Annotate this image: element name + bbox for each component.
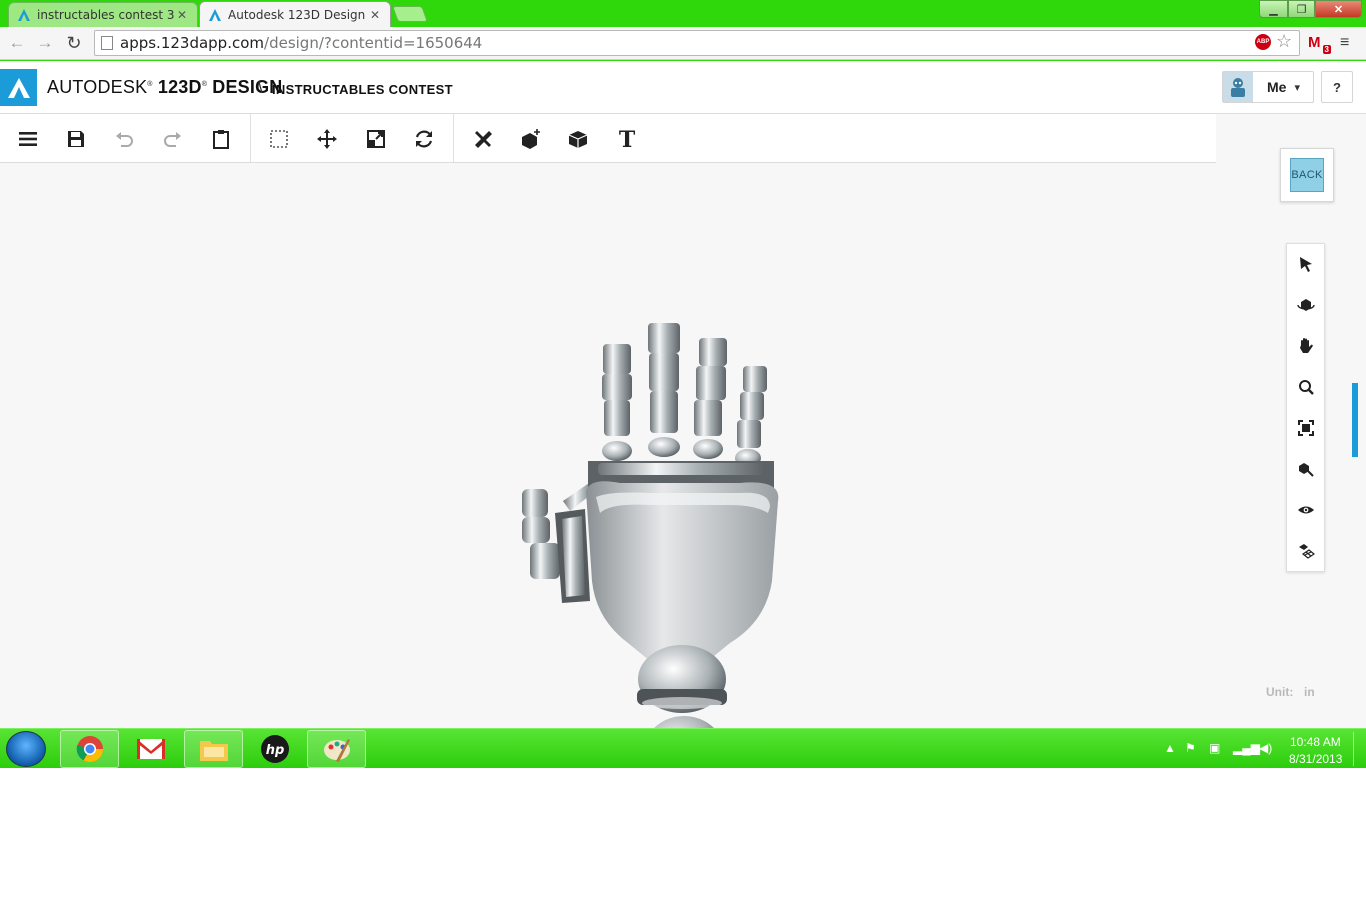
tab-instructables[interactable]: instructables contest 3D M ✕ bbox=[8, 2, 198, 27]
finger-middle bbox=[648, 323, 680, 457]
help-button[interactable]: ? bbox=[1321, 71, 1353, 103]
autodesk-favicon-icon bbox=[18, 9, 30, 21]
clipboard-icon[interactable] bbox=[208, 126, 234, 152]
bookmark-star-icon[interactable]: ☆ bbox=[1276, 31, 1292, 52]
volume-icon[interactable]: ◀) bbox=[1259, 741, 1272, 755]
autodesk-logo-icon bbox=[7, 77, 30, 98]
view-cube[interactable]: BACK bbox=[1280, 148, 1334, 202]
tab-title: Autodesk 123D Design bbox=[228, 7, 366, 22]
network-signal-icon[interactable]: ▂▄▆ bbox=[1233, 741, 1260, 755]
user-menu-button[interactable]: Me ▾ bbox=[1222, 71, 1314, 103]
paint-icon bbox=[323, 739, 350, 762]
app-header: AUTODESK® 123D® DESIGN \ INSTRUCTABLES C… bbox=[0, 61, 1366, 114]
tab-autodesk-123d[interactable]: Autodesk 123D Design ✕ bbox=[199, 1, 391, 27]
tray-expand-icon[interactable]: ▲ bbox=[1164, 741, 1176, 755]
autodesk-favicon-icon bbox=[209, 8, 221, 21]
gmail-extension-icon[interactable]: M3 bbox=[1308, 34, 1331, 54]
add-primitive-icon[interactable] bbox=[518, 126, 544, 152]
main-toolbar: T bbox=[0, 114, 1216, 163]
close-tab-icon[interactable]: ✕ bbox=[175, 8, 189, 22]
redo-icon[interactable] bbox=[160, 126, 186, 152]
new-tab-button[interactable] bbox=[392, 6, 428, 22]
materials-icon[interactable] bbox=[565, 126, 591, 152]
desktop-screen: instructables contest 3D M ✕ Autodesk 12… bbox=[0, 0, 1366, 920]
toolbar-divider bbox=[453, 114, 454, 162]
taskbar-paint[interactable] bbox=[307, 730, 366, 768]
hp-icon: hp bbox=[260, 735, 289, 763]
app-area: AUTODESK® 123D® DESIGN \ INSTRUCTABLES C… bbox=[0, 61, 1366, 728]
navigation-bar bbox=[1286, 243, 1325, 572]
measure-icon[interactable] bbox=[470, 126, 496, 152]
orbit-icon[interactable] bbox=[1295, 294, 1317, 316]
clock-date[interactable]: 8/31/2013 bbox=[1289, 752, 1342, 766]
address-bar[interactable]: apps.123dapp.com/design/?contentid=16506… bbox=[94, 30, 1300, 56]
unit-value[interactable]: in bbox=[1304, 685, 1315, 699]
undo-icon[interactable] bbox=[111, 126, 137, 152]
grid-snap-icon[interactable] bbox=[1295, 540, 1317, 562]
file-explorer-icon bbox=[199, 741, 228, 761]
forward-arrow-icon[interactable]: → bbox=[34, 32, 56, 54]
robot-avatar-icon bbox=[1231, 78, 1245, 97]
taskbar-hp[interactable]: hp bbox=[245, 730, 304, 768]
clock-time[interactable]: 10:48 AM bbox=[1290, 735, 1341, 749]
adblock-icon[interactable]: ABP bbox=[1255, 34, 1271, 50]
browser-window: instructables contest 3D M ✕ Autodesk 12… bbox=[0, 0, 1366, 768]
finger-index bbox=[602, 344, 632, 461]
text-icon[interactable]: T bbox=[614, 126, 640, 152]
menu-icon[interactable] bbox=[15, 126, 41, 152]
taskbar-chrome[interactable] bbox=[60, 730, 119, 768]
unit-label: Unit: bbox=[1266, 685, 1294, 699]
chevron-down-icon: ▾ bbox=[1294, 81, 1300, 94]
taskbar-explorer[interactable] bbox=[184, 730, 243, 768]
avatar bbox=[1223, 72, 1253, 102]
svg-text:hp: hp bbox=[265, 743, 284, 758]
close-window-button[interactable]: ✕ bbox=[1315, 0, 1362, 18]
view-cube-face[interactable]: BACK bbox=[1290, 158, 1324, 192]
tab-title: instructables contest 3D M bbox=[37, 8, 175, 22]
chrome-menu-icon[interactable]: ≡ bbox=[1340, 34, 1356, 52]
gmail-icon bbox=[136, 739, 165, 759]
scale-icon[interactable] bbox=[363, 126, 389, 152]
start-button[interactable] bbox=[6, 731, 46, 767]
finger-pinky bbox=[735, 366, 767, 467]
finger-ring bbox=[693, 338, 727, 459]
refresh-icon[interactable] bbox=[411, 126, 437, 152]
robotic-hand-model[interactable] bbox=[500, 251, 800, 728]
save-icon[interactable] bbox=[63, 126, 89, 152]
fit-view-icon[interactable] bbox=[1295, 417, 1317, 439]
taskbar-gmail[interactable] bbox=[121, 730, 180, 768]
user-label: Me bbox=[1267, 79, 1287, 95]
app-title: AUTODESK® 123D® DESIGN bbox=[47, 77, 283, 97]
tab-strip: instructables contest 3D M ✕ Autodesk 12… bbox=[0, 0, 1366, 27]
wrist bbox=[637, 645, 727, 728]
browser-toolbar: ← → ↻ apps.123dapp.com/design/?contentid… bbox=[0, 27, 1366, 60]
chrome-icon bbox=[76, 736, 103, 763]
reload-icon[interactable]: ↻ bbox=[63, 32, 85, 54]
minimize-button[interactable]: ▁ bbox=[1259, 0, 1288, 18]
visibility-eye-icon[interactable] bbox=[1295, 499, 1317, 521]
url-text: apps.123dapp.com/design/?contentid=16506… bbox=[120, 34, 483, 52]
toolbar-divider bbox=[250, 114, 251, 162]
show-desktop-button[interactable] bbox=[1353, 732, 1363, 766]
maximize-button[interactable]: ❐ bbox=[1288, 0, 1315, 18]
action-center-flag-icon[interactable]: ⚑ bbox=[1185, 741, 1196, 755]
autodesk-logo[interactable] bbox=[0, 69, 37, 106]
look-at-icon[interactable] bbox=[1295, 458, 1317, 480]
select-arrow-icon[interactable] bbox=[1295, 253, 1317, 275]
device-icon[interactable]: ▣ bbox=[1209, 741, 1220, 755]
select-box-icon[interactable] bbox=[266, 126, 292, 152]
side-panel-handle[interactable] bbox=[1352, 383, 1358, 457]
project-name[interactable]: INSTRUCTABLES CONTEST bbox=[272, 82, 453, 97]
close-tab-icon[interactable]: ✕ bbox=[368, 8, 382, 22]
svg-text:T: T bbox=[619, 128, 636, 150]
move-icon[interactable] bbox=[314, 126, 340, 152]
pan-hand-icon[interactable] bbox=[1295, 335, 1317, 357]
title-separator: \ bbox=[258, 78, 263, 97]
back-arrow-icon[interactable]: ← bbox=[6, 32, 28, 54]
windows-taskbar: hp ▲ ⚑ ▣ ▂▄▆ ◀) 10:48 AM 8/31/2013 bbox=[0, 728, 1366, 768]
page-icon bbox=[101, 36, 113, 50]
zoom-icon[interactable] bbox=[1295, 376, 1317, 398]
palm bbox=[586, 461, 779, 661]
gmail-count-badge: 3 bbox=[1322, 45, 1331, 54]
